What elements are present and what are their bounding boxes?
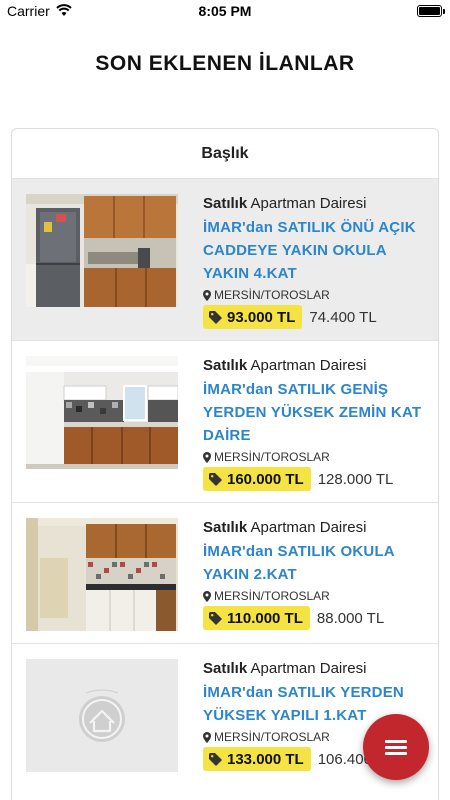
property-type: Apartman Dairesi	[250, 357, 367, 374]
property-type: Apartman Dairesi	[250, 195, 367, 212]
price-tag-icon	[209, 310, 222, 324]
location-text: MERSİN/TOROSLAR	[214, 730, 330, 744]
price-badge: 110.000 TL	[203, 606, 310, 630]
price-badge: 133.000 TL	[203, 747, 311, 771]
price-tag-icon	[209, 611, 222, 625]
listing-item[interactable]: Satılık Apartman Dairesi İMAR'dan SATILI…	[12, 503, 438, 644]
property-type: Apartman Dairesi	[250, 660, 367, 677]
price-value: 133.000 TL	[227, 750, 304, 768]
column-header: Başlık	[12, 129, 438, 179]
price-value: 93.000 TL	[227, 308, 296, 326]
price-row: 160.000 TL 128.000 TL	[203, 467, 430, 491]
location-text: MERSİN/TOROSLAR	[214, 589, 330, 603]
listing-type: Satılık Apartman Dairesi	[203, 658, 430, 680]
alt-price: 74.400 TL	[309, 308, 377, 326]
sale-type: Satılık	[203, 357, 248, 374]
price-tag-icon	[209, 752, 222, 766]
listing-type: Satılık Apartman Dairesi	[203, 193, 430, 215]
price-row: 93.000 TL 74.400 TL	[203, 305, 430, 329]
menu-icon	[385, 737, 407, 758]
alt-price: 88.000 TL	[316, 609, 385, 627]
listing-photo[interactable]	[26, 194, 178, 307]
price-row: 110.000 TL 88.000 TL	[203, 606, 430, 630]
listing-title-link[interactable]: İMAR'dan SATILIK OKULA YAKIN 2.KAT	[203, 540, 430, 586]
clock: 8:05 PM	[198, 3, 252, 19]
listing-location: MERSİN/TOROSLAR	[203, 589, 430, 603]
map-marker-icon	[203, 731, 211, 743]
listing-type: Satılık Apartman Dairesi	[203, 355, 430, 377]
property-type: Apartman Dairesi	[250, 519, 367, 536]
listing-title-link[interactable]: İMAR'dan SATILIK GENİŞ YERDEN YÜKSEK ZEM…	[203, 378, 430, 447]
status-bar: Carrier 8:05 PM	[0, 0, 450, 22]
price-badge: 160.000 TL	[203, 467, 311, 491]
sale-type: Satılık	[203, 195, 248, 212]
map-marker-icon	[203, 590, 211, 602]
listing-item[interactable]: Satılık Apartman Dairesi İMAR'dan SATILI…	[12, 341, 438, 503]
alt-price: 128.000 TL	[317, 470, 394, 488]
sale-type: Satılık	[203, 519, 248, 536]
location-text: MERSİN/TOROSLAR	[214, 288, 330, 302]
listing-title-link[interactable]: İMAR'dan SATILIK ÖNÜ AÇIK CADDEYE YAKIN …	[203, 216, 430, 285]
battery-icon	[417, 5, 445, 17]
location-text: MERSİN/TOROSLAR	[214, 450, 330, 464]
sale-type: Satılık	[203, 660, 248, 677]
price-badge: 93.000 TL	[203, 305, 303, 329]
menu-button[interactable]	[363, 714, 429, 780]
price-value: 110.000 TL	[227, 609, 303, 627]
listing-photo[interactable]	[26, 659, 178, 772]
page-title: SON EKLENEN İLANLAR	[95, 52, 355, 75]
listing-photo[interactable]	[26, 356, 178, 469]
listing-photo[interactable]	[26, 518, 178, 631]
listing-type: Satılık Apartman Dairesi	[203, 517, 430, 539]
price-tag-icon	[209, 472, 222, 486]
price-value: 160.000 TL	[227, 470, 304, 488]
map-marker-icon	[203, 289, 211, 301]
map-marker-icon	[203, 451, 211, 463]
listing-location: MERSİN/TOROSLAR	[203, 288, 430, 302]
listing-item[interactable]: Satılık Apartman Dairesi İMAR'dan SATILI…	[12, 179, 438, 341]
listing-table: Başlık Satılık Apartman Dairesi İMAR'dan…	[11, 128, 439, 800]
listing-location: MERSİN/TOROSLAR	[203, 450, 430, 464]
placeholder-logo-icon	[26, 659, 178, 772]
